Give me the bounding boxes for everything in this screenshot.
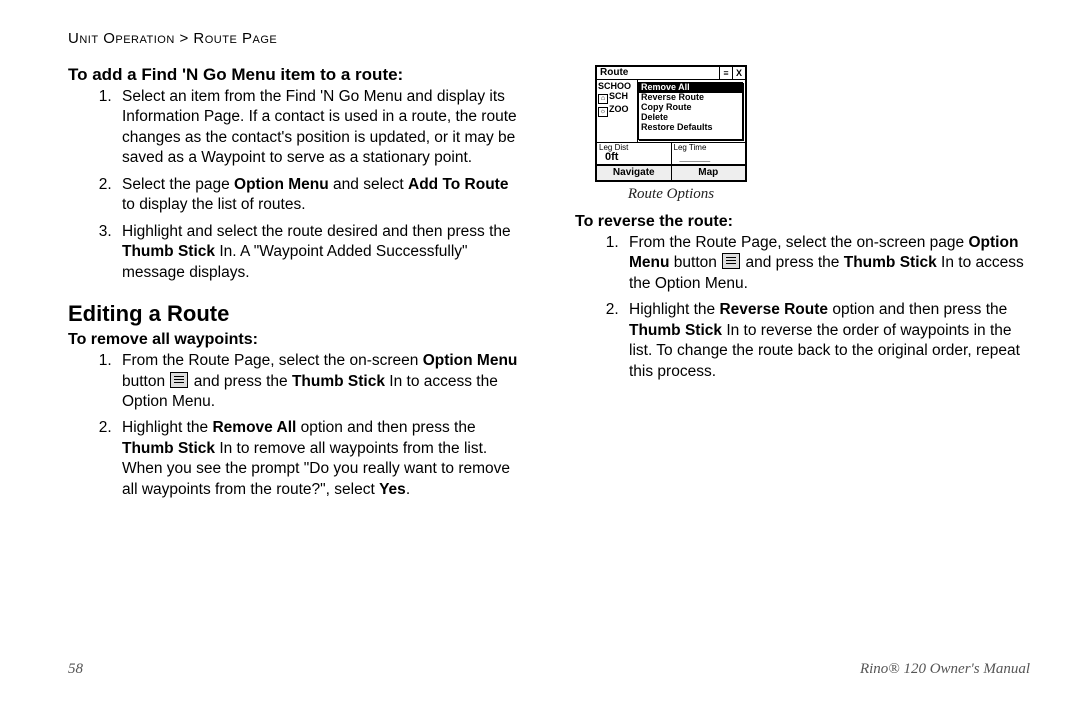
list-item: Select the page Option Menu and select A…: [116, 175, 523, 216]
device-bottom-buttons: Navigate Map: [597, 164, 745, 180]
list-item: Highlight the Remove All option and then…: [116, 418, 523, 500]
waypoint-icon: ⌂: [598, 94, 608, 104]
remove-steps-list: From the Route Page, select the on-scree…: [68, 351, 523, 500]
page-footer: 58 Rino® 120 Owner's Manual: [68, 661, 1030, 678]
manual-title: Rino® 120 Owner's Manual: [860, 661, 1030, 678]
list-item: ⌂SCH: [598, 92, 636, 104]
device-frame: Route ≡ X SCHOO ⌂SCH ☼ZOO Remove All Rev…: [595, 65, 747, 182]
waypoint-icon: ☼: [598, 107, 608, 117]
breadcrumb-page: Route Page: [193, 30, 277, 47]
list-item: Highlight and select the route desired a…: [116, 222, 523, 283]
right-column: Route ≡ X SCHOO ⌂SCH ☼ZOO Remove All Rev…: [575, 65, 1030, 508]
content-columns: To add a Find 'N Go Menu item to a route…: [68, 65, 1030, 508]
list-item: Highlight the Reverse Route option and t…: [623, 300, 1030, 382]
figure-caption: Route Options: [595, 186, 747, 203]
device-titlebar: Route ≡ X: [597, 67, 745, 80]
list-item: From the Route Page, select the on-scree…: [623, 233, 1030, 294]
list-item: ☼ZOO: [598, 105, 636, 117]
left-column: To add a Find 'N Go Menu item to a route…: [68, 65, 523, 508]
device-route-list: SCHOO ⌂SCH ☼ZOO: [597, 80, 638, 142]
device-title: Route: [597, 67, 720, 79]
heading-add-find-n-go: To add a Find 'N Go Menu item to a route…: [68, 65, 523, 85]
close-icon: X: [733, 67, 745, 79]
device-option-menu: Remove All Reverse Route Copy Route Dele…: [638, 82, 743, 140]
manual-page: Unit Operation > Route Page To add a Fin…: [0, 0, 1080, 702]
menu-icon: [722, 253, 740, 269]
stat-leg-time: Leg Time _____: [672, 143, 746, 164]
breadcrumb: Unit Operation > Route Page: [68, 30, 1030, 47]
menu-item-restore-defaults: Restore Defaults: [639, 123, 742, 133]
heading-editing-route: Editing a Route: [68, 301, 523, 327]
map-button: Map: [672, 166, 746, 180]
breadcrumb-section: Unit Operation: [68, 30, 175, 47]
menu-icon: ≡: [720, 67, 733, 79]
heading-reverse-route: To reverse the route:: [575, 213, 1030, 231]
page-number: 58: [68, 661, 83, 678]
reverse-steps-list: From the Route Page, select the on-scree…: [575, 233, 1030, 382]
device-body: SCHOO ⌂SCH ☼ZOO Remove All Reverse Route…: [597, 80, 745, 142]
list-item: From the Route Page, select the on-scree…: [116, 351, 523, 412]
list-item: SCHOO: [598, 82, 636, 91]
list-item: Select an item from the Find 'N Go Menu …: [116, 87, 523, 169]
navigate-button: Navigate: [597, 166, 672, 180]
heading-remove-all: To remove all waypoints:: [68, 331, 523, 349]
stat-leg-dist: Leg Dist 0ft: [597, 143, 672, 164]
device-stats: Leg Dist 0ft Leg Time _____: [597, 142, 745, 164]
device-screenshot: Route ≡ X SCHOO ⌂SCH ☼ZOO Remove All Rev…: [595, 65, 747, 203]
menu-icon: [170, 372, 188, 388]
add-steps-list: Select an item from the Find 'N Go Menu …: [68, 87, 523, 283]
